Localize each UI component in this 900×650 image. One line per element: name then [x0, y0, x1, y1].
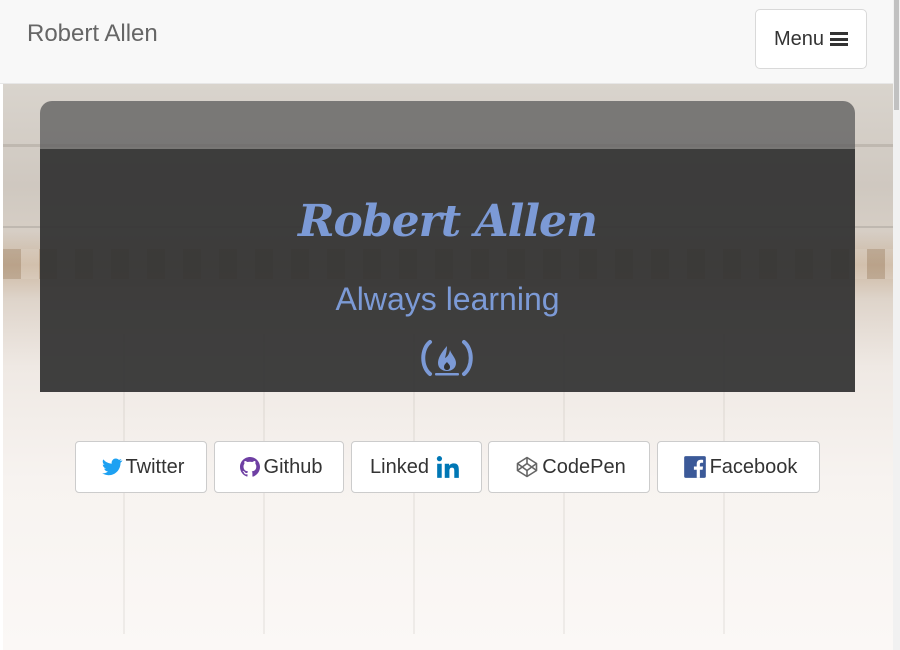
menu-label: Menu [773, 27, 825, 50]
navbar-brand[interactable]: Robert Allen [27, 20, 158, 48]
github-icon [239, 457, 260, 477]
facebook-icon [683, 456, 706, 478]
hero-tagline: Always learning [335, 281, 560, 317]
scrollbar[interactable] [893, 0, 900, 650]
codepen-label: CodePen [542, 455, 626, 478]
hamburger-icon [830, 32, 849, 46]
twitter-icon [101, 458, 123, 476]
navbar: Robert Allen Menu [0, 0, 893, 84]
scrollbar-thumb[interactable] [894, 0, 899, 110]
twitter-label: Twitter [125, 455, 185, 478]
facebook-label: Facebook [709, 455, 798, 478]
facebook-button[interactable]: Facebook [657, 441, 820, 493]
linkedin-icon [436, 456, 459, 478]
hero-name: Robert Allen [297, 196, 598, 247]
github-button[interactable]: Github [214, 441, 344, 493]
freecodecamp-icon [421, 340, 473, 376]
linkedin-label: Linked [370, 455, 429, 478]
hero-card-header [40, 101, 855, 149]
hero-card: Robert Allen Always learning [40, 101, 855, 392]
page: Robert Allen Menu Robert Allen Always le… [0, 0, 900, 650]
menu-button[interactable]: Menu [755, 9, 867, 69]
codepen-icon [516, 456, 538, 478]
linkedin-button[interactable]: Linked [351, 441, 482, 493]
codepen-button[interactable]: CodePen [488, 441, 650, 493]
github-label: Github [263, 455, 323, 478]
twitter-button[interactable]: Twitter [75, 441, 207, 493]
